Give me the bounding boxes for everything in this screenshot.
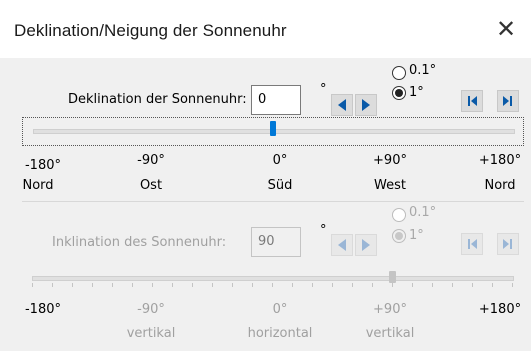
declination-degree-symbol: ° [320,82,327,97]
declination-direction-label: Süd [267,178,293,193]
inclination-orientation-label: vertikal [126,326,176,341]
declination-step-0.1-label: 0.1° [409,63,437,78]
inclination-step-1-radio[interactable] [392,229,406,243]
slider-tick [452,283,453,287]
window-title: Deklination/Neigung der Sonnenuhr [14,21,287,40]
inclination-step-0.1-radio[interactable] [392,208,406,222]
slider-tick [92,283,93,287]
slider-tick [72,283,73,287]
slider-tick [372,283,373,287]
declination-skip-end-button[interactable] [497,90,519,112]
declination-scale-label: +180° [478,153,522,168]
slider-tick [432,283,433,287]
slider-tick [292,283,293,287]
declination-step-1-radio[interactable] [392,86,406,100]
inclination-step-0.1-label: 0.1° [409,205,437,220]
slider-tick [192,283,193,287]
slider-tick [152,283,153,287]
inclination-step-1-label: 1° [409,228,424,243]
slider-tick [52,283,53,287]
declination-slider[interactable] [22,117,524,146]
declination-input[interactable]: 0 [251,85,301,115]
declination-direction-label: Ost [139,178,163,193]
arrow-left-icon [338,239,346,251]
slider-tick [352,283,353,287]
declination-step-0.1-radio[interactable] [392,66,406,80]
slider-tick [252,283,253,287]
slider-tick [392,283,393,287]
skip-end-icon [503,96,512,106]
inclination-slider[interactable] [22,266,524,290]
slider-tick [512,283,513,287]
declination-decrease-button[interactable] [331,94,353,116]
declination-label: Deklination der Sonnenuhr: [68,92,247,107]
title-bar: Deklination/Neigung der Sonnenuhr ✕ [0,0,531,58]
inclination-slider-thumb[interactable] [388,271,396,283]
slider-tick [472,283,473,287]
slider-tick [232,283,233,287]
declination-direction-label: Nord [484,178,516,193]
section-divider [22,201,524,202]
close-icon[interactable]: ✕ [496,17,516,41]
declination-step-1-label: 1° [409,85,424,100]
inclination-increase-button[interactable] [355,234,377,256]
declination-direction-label: West [374,178,406,193]
inclination-scale-label: -90° [137,302,165,317]
slider-tick [412,283,413,287]
inclination-orientation-label: horizontal [247,326,313,341]
declination-skip-start-button[interactable] [461,90,483,112]
arrow-left-icon [338,99,346,111]
inclination-skip-end-button[interactable] [497,233,519,255]
declination-slider-thumb[interactable] [270,121,276,136]
skip-start-icon [468,239,477,249]
inclination-orientation-label: vertikal [365,326,415,341]
inclination-scale-label: -180° [24,302,61,317]
inclination-scale-label: +90° [373,302,407,317]
arrow-right-icon [362,239,370,251]
dialog-body: Deklination der Sonnenuhr: 0 ° 0.1° 1° -… [0,58,531,351]
declination-increase-button[interactable] [355,94,377,116]
inclination-skip-start-button[interactable] [461,233,483,255]
declination-scale-label: -90° [137,153,165,168]
inclination-scale-label: +180° [478,302,522,317]
slider-tick [332,283,333,287]
skip-end-icon [503,239,512,249]
inclination-label: Inklination des Sonnenuhr: [52,235,227,250]
slider-tick [492,283,493,287]
slider-tick [32,283,33,287]
declination-direction-label: Nord [22,178,54,193]
slider-tick [172,283,173,287]
slider-tick [132,283,133,287]
declination-scale-label: +90° [373,153,407,168]
inclination-input[interactable]: 90 [251,227,301,257]
arrow-right-icon [362,99,370,111]
inclination-slider-track [32,276,514,281]
declination-scale-label: 0° [272,153,288,168]
inclination-decrease-button[interactable] [331,234,353,256]
slider-tick [272,283,273,287]
declination-scale-label: -180° [24,158,61,173]
skip-start-icon [468,96,477,106]
inclination-degree-symbol: ° [320,223,327,238]
slider-tick [212,283,213,287]
inclination-scale-label: 0° [272,302,288,317]
slider-tick [312,283,313,287]
slider-tick [112,283,113,287]
